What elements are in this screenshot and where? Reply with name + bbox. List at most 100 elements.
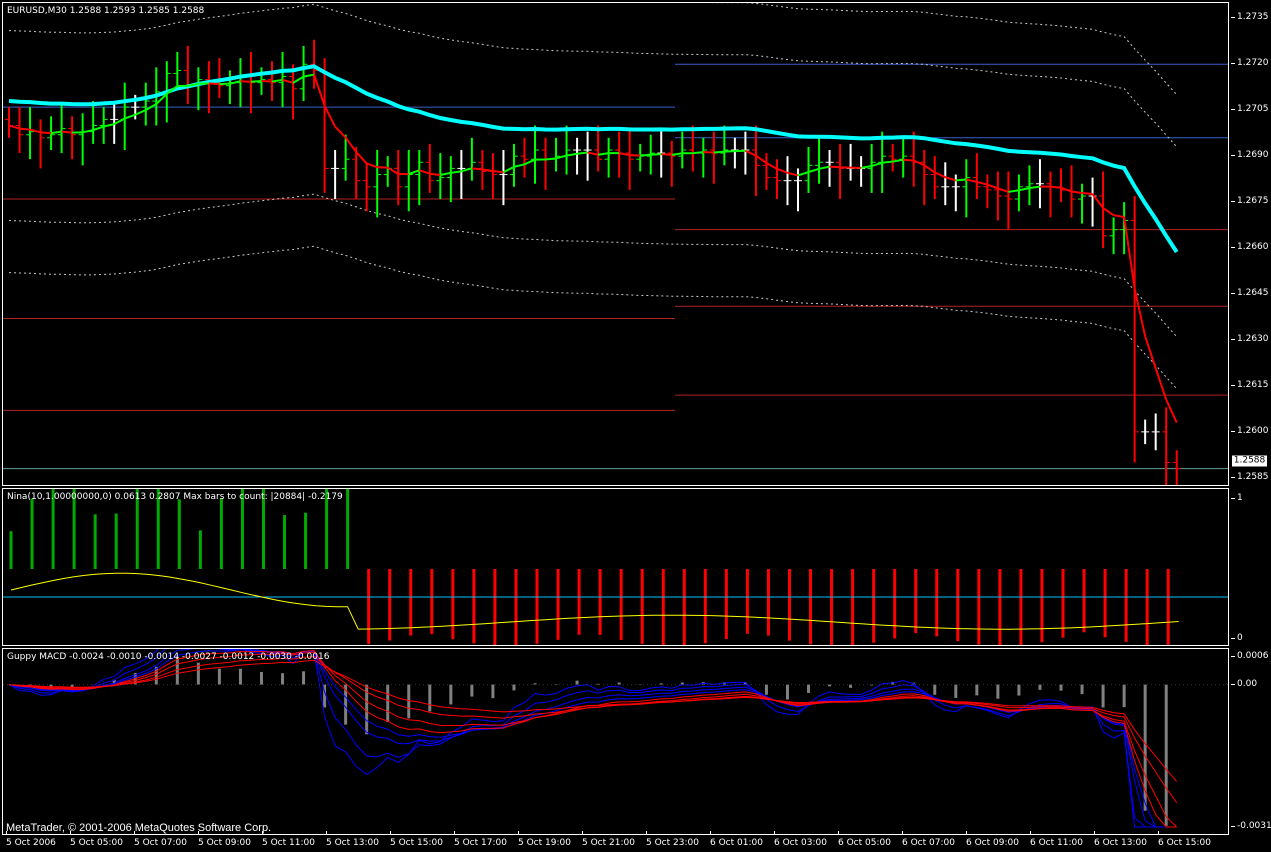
time-axis-label: 5 Oct 07:00 — [134, 838, 187, 848]
guppy-fast-line — [8, 649, 1177, 828]
short-moving-average-segment — [650, 153, 662, 156]
nina-signal-line — [10, 572, 1179, 630]
macd-axis-label: 0.00 — [1230, 678, 1258, 689]
short-moving-average-segment — [1102, 207, 1115, 217]
short-moving-average-segment — [576, 151, 588, 155]
short-moving-average-segment — [661, 153, 672, 156]
short-moving-average-segment — [418, 169, 431, 175]
macd-axis-label: 0.0006 — [1231, 651, 1269, 661]
short-moving-average-segment — [1123, 216, 1136, 289]
price-axis-label: 1.2720 — [1231, 58, 1269, 69]
guppy-macd-canvas[interactable] — [3, 649, 1229, 835]
short-moving-average-segment — [871, 161, 883, 167]
macd-axis-label: -0.0031 — [1231, 821, 1271, 831]
short-moving-average-segment — [808, 167, 820, 174]
time-axis-tick — [262, 831, 263, 835]
time-axis-label: 6 Oct 03:00 — [774, 838, 827, 848]
short-moving-average-segment — [450, 170, 462, 174]
short-moving-average-segment — [208, 82, 220, 86]
short-moving-average-segment — [1133, 288, 1147, 337]
copyright-notice: MetaTrader, © 2001-2006 MetaQuotes Softw… — [6, 822, 272, 834]
time-axis-label: 6 Oct 13:00 — [1094, 838, 1147, 848]
time-axis-tick — [582, 831, 583, 835]
long-moving-average-line — [8, 64, 1179, 254]
price-chart-title: EURUSD,M30 1.2588 1.2593 1.2585 1.2588 — [7, 6, 205, 16]
envelope-band-line — [8, 245, 1178, 390]
time-axis-label: 6 Oct 09:00 — [966, 838, 1019, 848]
guppy-macd-pane[interactable]: Guppy MACD -0.0024 -0.0010 -0.0014 -0.00… — [2, 648, 1229, 835]
time-axis-tick — [454, 831, 455, 835]
time-axis-label: 5 Oct 23:00 — [646, 838, 699, 848]
short-moving-average-segment — [1165, 399, 1178, 424]
short-moving-average-segment — [250, 80, 262, 83]
short-moving-average-segment — [744, 149, 757, 157]
time-axis-label: 5 Oct 21:00 — [582, 838, 635, 848]
time-axis-tick — [966, 831, 967, 835]
short-moving-average-segment — [303, 73, 315, 78]
guppy-macd-title: Guppy MACD -0.0024 -0.0010 -0.0014 -0.00… — [7, 652, 330, 662]
short-moving-average-segment — [903, 158, 914, 162]
time-axis-tick — [134, 831, 135, 835]
time-axis-tick — [326, 831, 327, 835]
short-moving-average-segment — [1018, 187, 1030, 192]
nina-indicator-canvas[interactable] — [3, 489, 1229, 646]
short-moving-average-segment — [944, 176, 957, 182]
short-moving-average-segment — [502, 165, 515, 174]
envelope-band-line — [8, 3, 1178, 148]
short-moving-average-segment — [103, 123, 115, 128]
time-axis-label: 6 Oct 15:00 — [1158, 838, 1211, 848]
short-moving-average-segment — [219, 82, 230, 86]
short-moving-average-segment — [313, 74, 326, 107]
time-axis-label: 5 Oct 2006 — [6, 838, 56, 848]
terminal-window: EURUSD,M30 1.2588 1.2593 1.2585 1.2588 1… — [0, 0, 1271, 852]
short-moving-average-segment — [471, 167, 483, 171]
short-moving-average-segment — [1113, 214, 1125, 218]
price-axis-label: 1.2645 — [1231, 288, 1269, 298]
time-axis-tick — [838, 831, 839, 835]
time-axis-label: 6 Oct 05:00 — [838, 838, 891, 848]
short-moving-average-segment — [955, 178, 967, 182]
short-moving-average-segment — [913, 159, 925, 167]
time-axis-label: 5 Oct 09:00 — [198, 838, 251, 848]
short-moving-average-segment — [429, 172, 441, 176]
short-moving-average-segment — [934, 171, 946, 179]
short-moving-average-segment — [566, 152, 578, 157]
nina-indicator-title: Nina(10,1.00000000,0) 0.0613 0.2807 Max … — [7, 492, 343, 502]
guppy-macd-axis: 0.0006 0.00 -0.0031 — [1230, 648, 1271, 835]
price-axis-label: 1.2600 — [1231, 425, 1269, 436]
short-moving-average-segment — [860, 165, 872, 169]
short-moving-average-segment — [755, 154, 768, 164]
short-moving-average-segment — [1081, 192, 1093, 195]
guppy-fast-line — [8, 649, 1177, 828]
short-moving-average-segment — [440, 171, 452, 176]
short-moving-average-segment — [692, 151, 704, 155]
nina-indicator-pane[interactable]: Nina(10,1.00000000,0) 0.0613 0.2807 Max … — [2, 488, 1229, 646]
short-moving-average-segment — [966, 178, 978, 183]
time-axis-tick — [198, 831, 199, 835]
short-moving-average-segment — [587, 151, 599, 156]
guppy-slow-line — [8, 659, 1178, 782]
short-moving-average-segment — [923, 164, 936, 174]
short-moving-average-segment — [818, 165, 830, 170]
price-axis-label: 1.2660 — [1231, 242, 1269, 253]
time-axis-label: 5 Oct 05:00 — [70, 838, 123, 848]
short-moving-average-segment — [134, 109, 147, 116]
short-moving-average-segment — [713, 150, 725, 154]
short-moving-average-segment — [997, 187, 1009, 193]
time-axis-label: 5 Oct 19:00 — [518, 838, 571, 848]
nina-axis-label: 0 — [1231, 633, 1243, 643]
short-moving-average-segment — [597, 152, 609, 156]
short-moving-average-segment — [282, 78, 294, 84]
price-axis-label: 1.2705 — [1231, 104, 1269, 115]
short-moving-average-segment — [1029, 185, 1041, 190]
price-axis-label: 1.2735 — [1231, 12, 1269, 23]
guppy-fast-line — [8, 649, 1177, 828]
time-axis-tick — [1158, 831, 1159, 835]
short-moving-average-segment — [1050, 185, 1062, 189]
price-chart-pane[interactable]: EURUSD,M30 1.2588 1.2593 1.2585 1.2588 — [2, 2, 1229, 486]
time-axis-label: 5 Oct 13:00 — [326, 838, 379, 848]
short-moving-average-segment — [829, 165, 841, 169]
short-moving-average-segment — [40, 131, 52, 135]
price-chart-canvas[interactable] — [3, 3, 1229, 486]
time-axis-tick — [1030, 831, 1031, 835]
